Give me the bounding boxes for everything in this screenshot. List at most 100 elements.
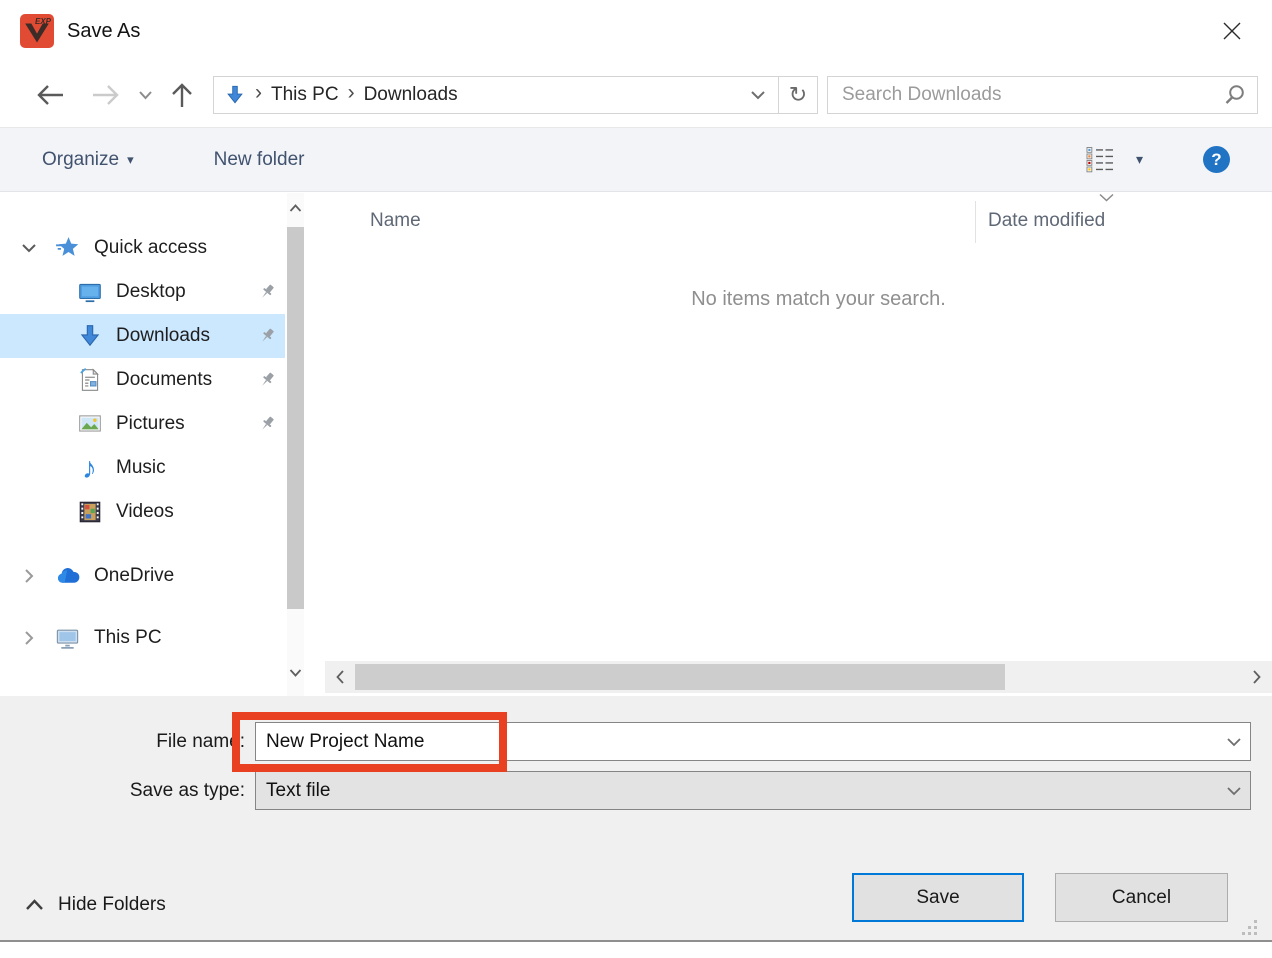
window-bottom-edge: [0, 940, 1272, 942]
dialog-body: Quick access Desktop Downloads Documents…: [0, 193, 1272, 696]
save-as-type-value: Text file: [256, 780, 330, 802]
quick-access-icon: [54, 235, 81, 262]
view-dropdown-button[interactable]: ▾: [1128, 151, 1143, 169]
sidebar-item-label: Music: [116, 457, 166, 479]
sidebar-item-label: Videos: [116, 501, 174, 523]
pictures-icon: [76, 411, 103, 438]
music-icon: ♪: [76, 455, 103, 482]
close-icon: [1220, 19, 1244, 43]
chevron-right-icon[interactable]: [20, 568, 38, 584]
search-box[interactable]: [827, 76, 1258, 114]
chevron-down-icon: [289, 669, 302, 677]
recent-locations-button[interactable]: [137, 90, 153, 100]
forward-button[interactable]: [91, 82, 121, 108]
save-as-type-select[interactable]: Text file: [255, 771, 1251, 810]
organize-label: Organize: [42, 149, 119, 171]
organize-button[interactable]: Organize ▾: [42, 149, 134, 171]
forward-icon: [91, 82, 121, 108]
scroll-left-button[interactable]: [327, 661, 353, 693]
save-button[interactable]: Save: [852, 873, 1024, 922]
back-icon: [35, 82, 65, 108]
close-button[interactable]: [1216, 15, 1248, 47]
pin-icon: [257, 370, 277, 390]
dialog-footer: File name: Save as type: Text file Hide …: [0, 696, 1272, 941]
search-input[interactable]: [842, 84, 1223, 106]
column-divider[interactable]: [975, 201, 976, 243]
chevron-down-icon[interactable]: [20, 243, 38, 253]
new-folder-button[interactable]: New folder: [214, 149, 305, 171]
sidebar-item-label: Downloads: [116, 325, 210, 347]
navigation-bar: › This PC › Downloads ↻: [0, 62, 1272, 127]
command-toolbar: Organize ▾ New folder ▾ ?: [0, 127, 1272, 192]
address-bar-controls: ↻: [738, 77, 817, 113]
breadcrumb-chevron[interactable]: ›: [348, 81, 355, 105]
caret-down-icon: ▾: [1136, 151, 1143, 167]
sidebar-item-this-pc[interactable]: This PC: [0, 616, 285, 660]
pin-icon: [257, 326, 277, 346]
save-as-type-row: Save as type: Text file: [0, 771, 1251, 810]
chevron-down-icon: [1226, 737, 1242, 747]
sidebar-item-downloads[interactable]: Downloads: [0, 314, 285, 358]
horizontal-scrollbar[interactable]: [325, 661, 1272, 693]
horizontal-scrollbar-thumb[interactable]: [355, 664, 1005, 690]
scroll-right-button[interactable]: [1244, 661, 1270, 693]
pin-icon: [257, 282, 277, 302]
sidebar-item-quick-access[interactable]: Quick access: [0, 226, 285, 270]
sidebar-item-desktop[interactable]: Desktop: [0, 270, 285, 314]
documents-icon: [76, 367, 103, 394]
empty-list-message: No items match your search.: [325, 288, 1272, 311]
chevron-down-icon: [750, 90, 766, 100]
sidebar-item-videos[interactable]: Videos: [0, 490, 285, 534]
breadcrumb-this-pc[interactable]: This PC: [271, 84, 339, 106]
chevron-up-icon: [25, 899, 44, 911]
save-as-dialog: EXP Save As › This PC › Downloads: [0, 0, 1272, 958]
file-name-label: File name:: [0, 731, 245, 753]
downloads-icon: [76, 323, 103, 350]
this-pc-icon: [54, 625, 81, 652]
resize-grip[interactable]: [1240, 918, 1260, 938]
column-header-row: Name Date modified: [325, 193, 1272, 245]
sidebar-scrollbar-thumb[interactable]: [287, 227, 304, 609]
desktop-icon: [76, 279, 103, 306]
new-folder-label: New folder: [214, 149, 305, 171]
chevron-right-icon[interactable]: [20, 630, 38, 646]
file-name-combobox[interactable]: [255, 722, 1251, 761]
caret-down-icon: ▾: [127, 152, 134, 168]
file-name-input[interactable]: [256, 723, 1250, 760]
help-icon: ?: [1211, 150, 1221, 170]
column-header-name[interactable]: Name: [370, 210, 421, 232]
breadcrumb-chevron[interactable]: ›: [255, 81, 262, 105]
hide-folders-button[interactable]: Hide Folders: [25, 888, 166, 922]
view-details-button[interactable]: [1086, 146, 1114, 173]
chevron-up-icon: [289, 204, 302, 212]
view-details-icon: [1086, 146, 1114, 173]
sidebar-item-label: OneDrive: [94, 565, 174, 587]
address-dropdown-button[interactable]: [738, 77, 778, 113]
sidebar-scrollbar[interactable]: [287, 193, 304, 696]
save-as-type-dropdown-button[interactable]: [1226, 772, 1242, 809]
chevron-right-icon: [1253, 670, 1261, 684]
back-button[interactable]: [35, 82, 65, 108]
navigation-sidebar: Quick access Desktop Downloads Documents…: [0, 193, 285, 696]
sidebar-item-label: Quick access: [94, 237, 207, 259]
cancel-button[interactable]: Cancel: [1055, 873, 1228, 922]
file-name-dropdown-button[interactable]: [1226, 723, 1242, 760]
sidebar-item-onedrive[interactable]: OneDrive: [0, 554, 285, 598]
breadcrumb-downloads[interactable]: Downloads: [364, 84, 458, 106]
column-header-date-modified[interactable]: Date modified: [988, 210, 1105, 232]
refresh-button[interactable]: ↻: [779, 77, 817, 113]
sidebar-item-music[interactable]: ♪ Music: [0, 446, 285, 490]
address-bar[interactable]: › This PC › Downloads ↻: [213, 76, 818, 114]
videos-icon: [76, 499, 103, 526]
sort-chevron-icon: [1098, 193, 1115, 202]
up-button[interactable]: [167, 81, 197, 109]
sidebar-item-label: Desktop: [116, 281, 186, 303]
scroll-down-button[interactable]: [287, 658, 304, 688]
help-button[interactable]: ?: [1203, 146, 1230, 173]
sidebar-item-documents[interactable]: Documents: [0, 358, 285, 402]
sidebar-item-label: Documents: [116, 369, 212, 391]
scroll-up-button[interactable]: [287, 193, 304, 223]
onedrive-icon: [54, 563, 81, 590]
pin-icon: [257, 414, 277, 434]
sidebar-item-pictures[interactable]: Pictures: [0, 402, 285, 446]
